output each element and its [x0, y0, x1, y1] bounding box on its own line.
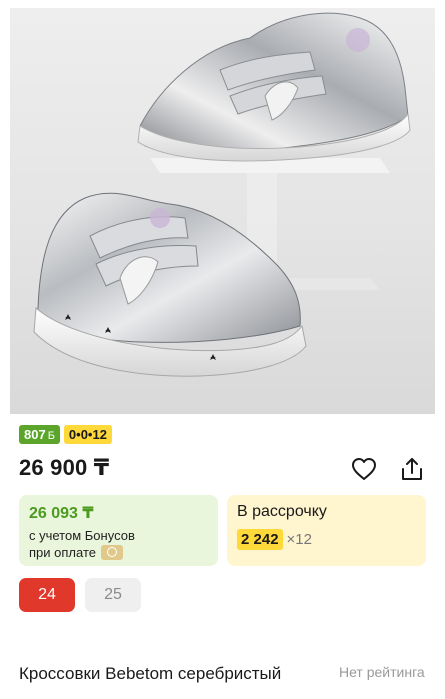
product-photo[interactable] [10, 8, 435, 414]
sneakers-illustration [33, 12, 411, 377]
installment-multiplier: ×12 [286, 531, 312, 548]
rating-status[interactable]: Нет рейтинга [339, 664, 425, 680]
bonus-badge: 807 Б [19, 425, 60, 444]
bonus-note-line2: при оплате [29, 545, 96, 560]
size-option-24[interactable]: 24 [19, 578, 75, 612]
bonus-price-card[interactable]: 26 093 ₸ с учетом Бонусов при оплате [19, 495, 218, 566]
share-icon [402, 458, 422, 480]
share-button[interactable] [398, 455, 426, 483]
bonus-badge-value: 807 [24, 427, 46, 442]
installment-amount: 2 242 [237, 529, 283, 550]
bonus-price: 26 093 ₸ [29, 505, 94, 522]
installment-badge: 0•0•12 [63, 425, 112, 444]
bonus-info-icon [100, 545, 123, 560]
installment-title: В рассрочку [237, 503, 327, 520]
bonus-note-line1: с учетом Бонусов [29, 528, 135, 543]
bonus-currency-icon: Б [47, 430, 55, 442]
product-title: Кроссовки Bebetom серебристый [19, 664, 282, 683]
size-option-25[interactable]: 25 [85, 578, 141, 612]
installment-card[interactable]: В рассрочку 2 242 ×12 [227, 495, 426, 566]
heart-icon [352, 458, 376, 480]
product-price: 26 900 ₸ [19, 455, 110, 480]
favorite-button[interactable] [350, 455, 378, 483]
